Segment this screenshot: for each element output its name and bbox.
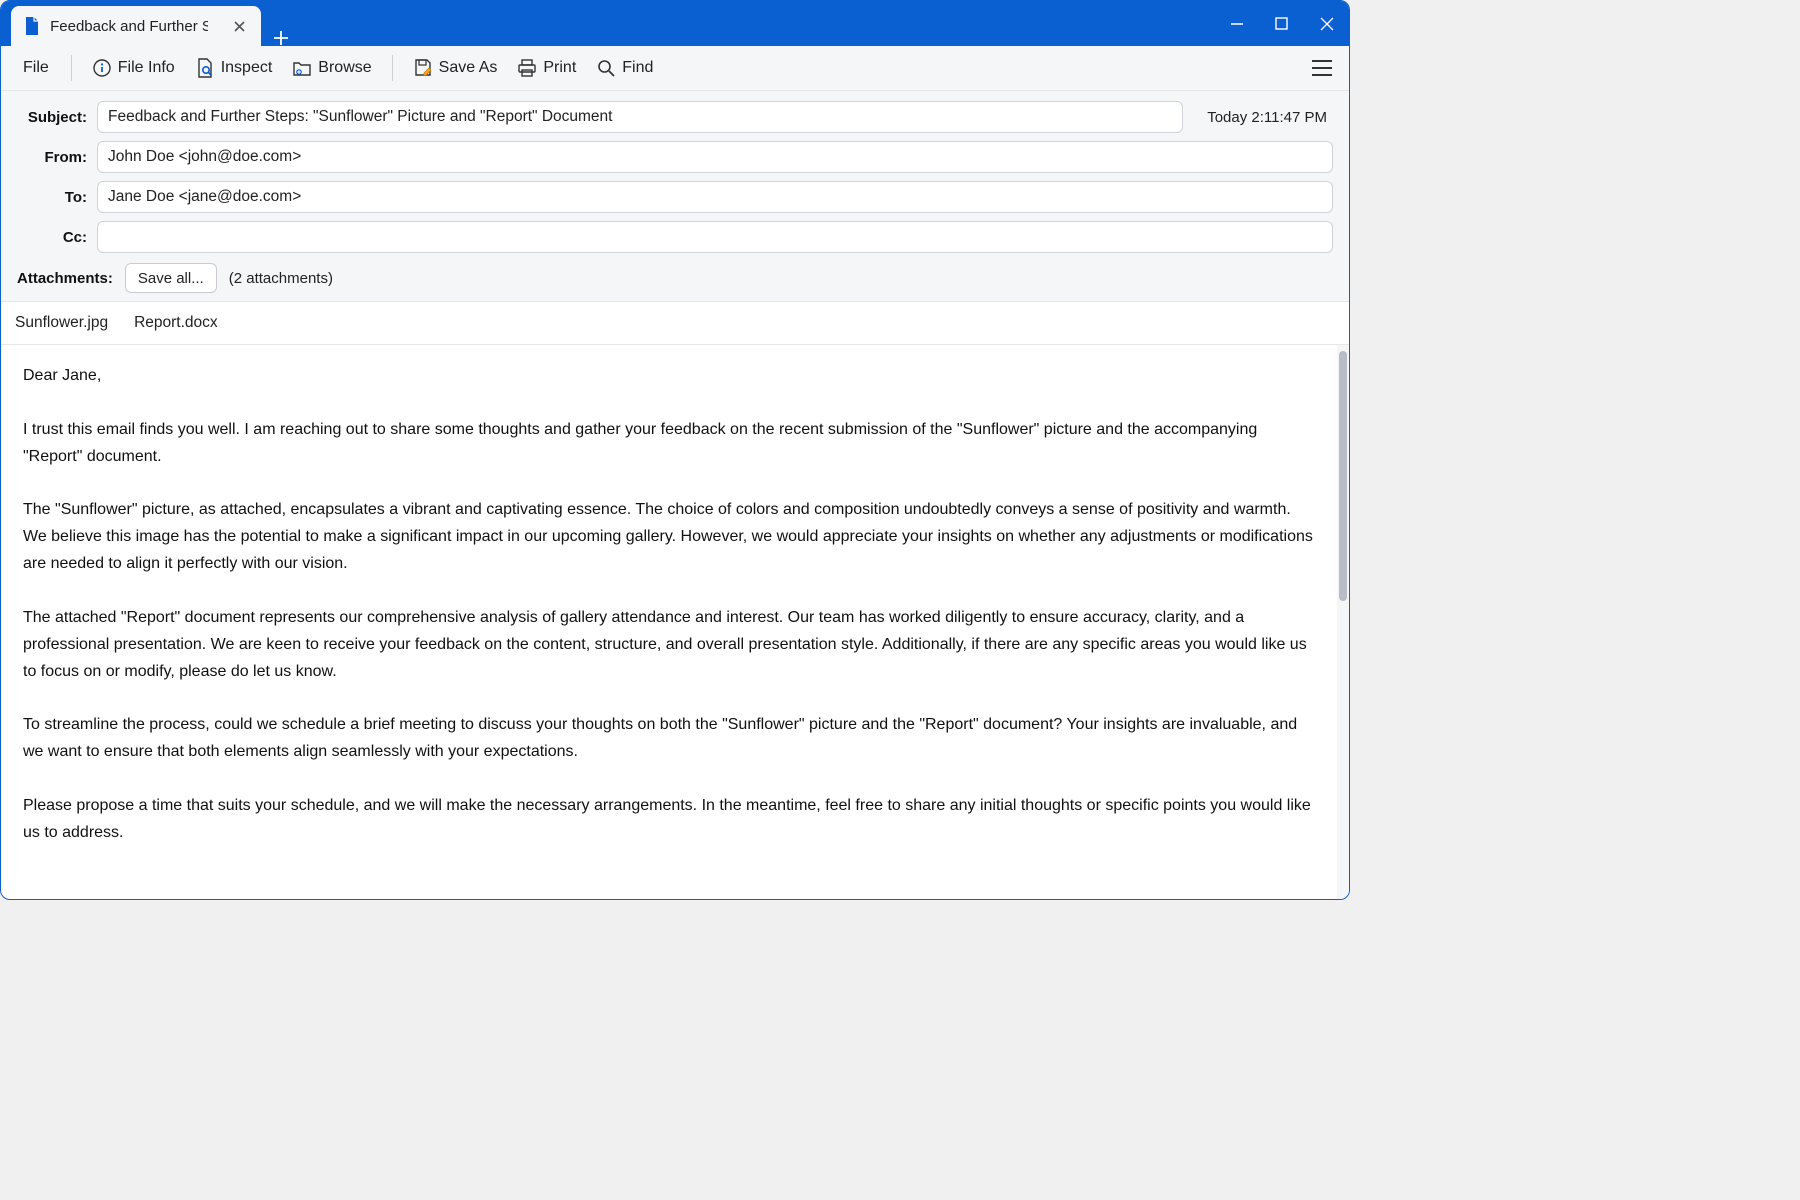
subject-label: Subject: bbox=[17, 109, 87, 126]
cc-label: Cc: bbox=[17, 229, 87, 246]
inspect-icon bbox=[195, 58, 215, 78]
tab-active[interactable]: Feedback and Further St bbox=[11, 6, 261, 46]
cc-field[interactable] bbox=[97, 221, 1333, 253]
inspect-button[interactable]: Inspect bbox=[187, 54, 281, 82]
attachment-item[interactable]: Report.docx bbox=[134, 314, 218, 332]
info-icon bbox=[92, 58, 112, 78]
file-info-label: File Info bbox=[118, 59, 175, 77]
scrollbar-thumb[interactable] bbox=[1339, 351, 1347, 601]
timestamp: Today 2:11:47 PM bbox=[1193, 109, 1333, 126]
find-label: Find bbox=[622, 59, 653, 77]
attachments-list: Sunflower.jpg Report.docx bbox=[1, 301, 1349, 345]
new-tab-button[interactable] bbox=[261, 30, 301, 46]
email-body-area: Dear Jane, I trust this email finds you … bbox=[1, 345, 1349, 899]
minimize-button[interactable] bbox=[1214, 1, 1259, 46]
attachment-item[interactable]: Sunflower.jpg bbox=[15, 314, 108, 332]
print-button[interactable]: Print bbox=[509, 54, 584, 82]
titlebar-drag-area[interactable] bbox=[301, 1, 1214, 46]
to-label: To: bbox=[17, 189, 87, 206]
from-label: From: bbox=[17, 149, 87, 166]
attachments-label: Attachments: bbox=[17, 270, 113, 287]
browse-label: Browse bbox=[318, 59, 371, 77]
save-all-button[interactable]: Save all... bbox=[125, 263, 217, 293]
app-window: Feedback and Further St File bbox=[0, 0, 1350, 900]
scrollbar[interactable] bbox=[1337, 345, 1349, 899]
save-as-button[interactable]: Save As bbox=[405, 54, 506, 82]
find-icon bbox=[596, 58, 616, 78]
file-menu[interactable]: File bbox=[13, 55, 59, 81]
tabstrip: Feedback and Further St bbox=[1, 1, 301, 46]
from-field[interactable]: John Doe <john@doe.com> bbox=[97, 141, 1333, 173]
toolbar-divider bbox=[71, 55, 72, 81]
email-body[interactable]: Dear Jane, I trust this email finds you … bbox=[1, 345, 1337, 899]
file-info-button[interactable]: File Info bbox=[84, 54, 183, 82]
maximize-button[interactable] bbox=[1259, 1, 1304, 46]
email-header: Subject: Feedback and Further Steps: "Su… bbox=[1, 91, 1349, 301]
document-icon bbox=[23, 17, 40, 35]
print-label: Print bbox=[543, 59, 576, 77]
close-tab-icon[interactable] bbox=[232, 18, 247, 34]
inspect-label: Inspect bbox=[221, 59, 273, 77]
to-field[interactable]: Jane Doe <jane@doe.com> bbox=[97, 181, 1333, 213]
browse-button[interactable]: Browse bbox=[284, 54, 379, 82]
toolbar-divider bbox=[392, 55, 393, 81]
print-icon bbox=[517, 58, 537, 78]
titlebar: Feedback and Further St bbox=[1, 1, 1349, 46]
close-window-button[interactable] bbox=[1304, 1, 1349, 46]
save-as-label: Save As bbox=[439, 59, 498, 77]
save-as-icon bbox=[413, 58, 433, 78]
find-button[interactable]: Find bbox=[588, 54, 661, 82]
tab-title: Feedback and Further St bbox=[50, 18, 208, 35]
browse-icon bbox=[292, 58, 312, 78]
window-controls bbox=[1214, 1, 1349, 46]
menu-button[interactable] bbox=[1307, 53, 1337, 83]
toolbar: File File Info Inspect Browse Save bbox=[1, 46, 1349, 91]
subject-field[interactable]: Feedback and Further Steps: "Sunflower" … bbox=[97, 101, 1183, 133]
attachments-count: (2 attachments) bbox=[229, 270, 333, 287]
